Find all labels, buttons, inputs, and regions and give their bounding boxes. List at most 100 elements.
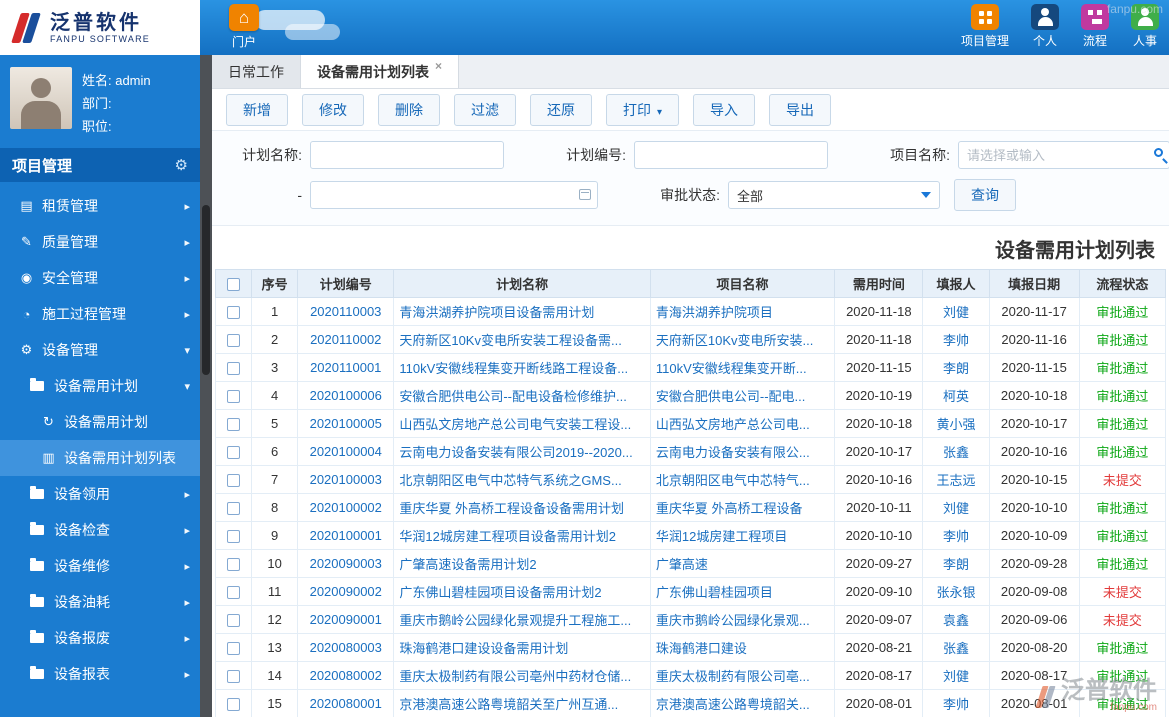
project-name-link[interactable]: 重庆市鹅岭公园绿化景观... <box>656 613 810 628</box>
plan-name-input[interactable] <box>310 141 504 169</box>
plan-no-link[interactable]: 2020100006 <box>310 388 382 403</box>
row-checkbox[interactable] <box>227 642 241 656</box>
plan-no-link[interactable]: 2020100003 <box>310 472 382 487</box>
sidebar-item-设备检查[interactable]: 设备检查 ▸ <box>0 512 200 548</box>
sidebar-item-安全管理[interactable]: ◉ 安全管理 ▸ <box>0 260 200 296</box>
approval-status-select[interactable]: 全部 <box>728 181 940 209</box>
search-icon[interactable] <box>1154 148 1163 157</box>
select-all-checkbox[interactable] <box>227 278 241 292</box>
portal-nav-item[interactable]: ⌂ 门户 <box>218 4 270 50</box>
plan-no-link[interactable]: 2020080003 <box>310 640 382 655</box>
row-checkbox[interactable] <box>227 502 241 516</box>
project-name-link[interactable]: 山西弘文房地产总公司电... <box>656 417 810 432</box>
column-header-需用时间[interactable]: 需用时间 <box>834 269 924 298</box>
plan-no-link[interactable]: 2020090002 <box>310 584 382 599</box>
plan-name-link[interactable]: 110kV安徽线程集变开断线路工程设备... <box>399 361 628 376</box>
project-name-link[interactable]: 广东佛山碧桂园项目 <box>656 585 773 600</box>
project-name-link[interactable]: 北京朝阳区电气中芯特气... <box>656 473 810 488</box>
sidebar-item-设备需用计划列表[interactable]: ▥ 设备需用计划列表 <box>0 440 200 476</box>
过滤-button[interactable]: 过滤 <box>454 93 516 126</box>
row-checkbox[interactable] <box>227 530 241 544</box>
reporter-link[interactable]: 张鑫 <box>943 445 969 460</box>
project-name-link[interactable]: 重庆太极制药有限公司亳... <box>656 669 810 684</box>
project-name-link[interactable]: 青海洪湖养护院项目 <box>656 305 773 320</box>
column-header-计划名称[interactable]: 计划名称 <box>393 269 651 298</box>
sidebar-item-设备需用计划[interactable]: ↻ 设备需用计划 <box>0 404 200 440</box>
sidebar-item-设备维修[interactable]: 设备维修 ▸ <box>0 548 200 584</box>
column-header-填报人[interactable]: 填报人 <box>922 269 990 298</box>
还原-button[interactable]: 还原 <box>530 93 592 126</box>
reporter-link[interactable]: 刘健 <box>943 501 969 516</box>
修改-button[interactable]: 修改 <box>302 93 364 126</box>
project-name-link[interactable]: 华润12城房建工程项目 <box>656 529 787 544</box>
row-checkbox[interactable] <box>227 614 241 628</box>
plan-name-link[interactable]: 安徽合肥供电公司--配电设备检修维护... <box>399 389 627 404</box>
reporter-link[interactable]: 黄小强 <box>936 417 975 432</box>
plan-no-link[interactable]: 2020090003 <box>310 556 382 571</box>
project-name-link[interactable]: 天府新区10Kv变电所安装... <box>656 333 813 348</box>
sidebar-item-设备需用计划[interactable]: 设备需用计划 ▾ <box>0 368 200 404</box>
plan-name-link[interactable]: 重庆市鹅岭公园绿化景观提升工程施工... <box>399 613 631 628</box>
plan-name-link[interactable]: 北京朝阳区电气中芯特气系统之GMS... <box>399 473 621 488</box>
column-header-计划编号[interactable]: 计划编号 <box>297 269 395 298</box>
plan-name-link[interactable]: 京港澳高速公路粤境韶关至广州互通... <box>399 697 618 712</box>
reporter-link[interactable]: 李朗 <box>943 361 969 376</box>
project-name-link[interactable]: 云南电力设备安装有限公... <box>656 445 810 460</box>
sidebar-item-质量管理[interactable]: ✎ 质量管理 ▸ <box>0 224 200 260</box>
plan-name-link[interactable]: 青海洪湖养护院项目设备需用计划 <box>399 305 594 320</box>
column-header-序号[interactable]: 序号 <box>251 269 299 298</box>
plan-no-link[interactable]: 2020100002 <box>310 500 382 515</box>
sidebar-item-设备油耗[interactable]: 设备油耗 ▸ <box>0 584 200 620</box>
column-header-填报日期[interactable]: 填报日期 <box>988 269 1080 298</box>
project-name-link[interactable]: 110kV安徽线程集变开断... <box>656 361 807 376</box>
column-header-项目名称[interactable]: 项目名称 <box>649 269 836 298</box>
sidebar-item-设备报表[interactable]: 设备报表 ▸ <box>0 656 200 692</box>
column-header-流程状态[interactable]: 流程状态 <box>1078 269 1167 298</box>
sidebar-item-设备领用[interactable]: 设备领用 ▸ <box>0 476 200 512</box>
sidebar-item-设备管理[interactable]: ⚙ 设备管理 ▾ <box>0 332 200 368</box>
sidebar-item-施工过程管理[interactable]: ◔ 施工过程管理 ▸ <box>0 296 200 332</box>
tab-日常工作[interactable]: 日常工作 <box>212 55 301 88</box>
row-checkbox[interactable] <box>227 446 241 460</box>
query-button[interactable]: 查询 <box>954 179 1016 211</box>
tab-设备需用计划列表[interactable]: 设备需用计划列表 <box>301 55 460 88</box>
row-checkbox[interactable] <box>227 418 241 432</box>
plan-name-link[interactable]: 山西弘文房地产总公司电气安装工程设... <box>399 417 631 432</box>
plan-no-link[interactable]: 2020100005 <box>310 416 382 431</box>
row-checkbox[interactable] <box>227 334 241 348</box>
删除-button[interactable]: 删除 <box>378 93 440 126</box>
row-checkbox[interactable] <box>227 474 241 488</box>
plan-no-link[interactable]: 2020110003 <box>310 304 381 319</box>
plan-no-input[interactable] <box>634 141 828 169</box>
close-icon[interactable] <box>435 59 442 73</box>
plan-name-link[interactable]: 重庆华夏 外高桥工程设备设备需用计划 <box>399 501 624 516</box>
导出-button[interactable]: 导出 <box>769 93 832 126</box>
header-nav-item[interactable]: 项目管理 <box>961 4 1009 49</box>
row-checkbox[interactable] <box>227 586 241 600</box>
row-checkbox[interactable] <box>227 558 241 572</box>
header-nav-item[interactable]: 个人 <box>1031 4 1059 49</box>
plan-no-link[interactable]: 2020100001 <box>310 528 382 543</box>
header-nav-item[interactable]: 流程 <box>1081 4 1109 49</box>
reporter-link[interactable]: 李朗 <box>943 557 969 572</box>
row-checkbox[interactable] <box>227 390 241 404</box>
打印-button[interactable]: 打印 ▾ <box>606 93 680 126</box>
plan-name-link[interactable]: 华润12城房建工程项目设备需用计划2 <box>399 529 616 544</box>
reporter-link[interactable]: 刘健 <box>943 305 969 320</box>
reporter-link[interactable]: 李帅 <box>943 529 969 544</box>
reporter-link[interactable]: 王志远 <box>936 473 975 488</box>
project-name-link[interactable]: 珠海鹤港口建设 <box>656 641 747 656</box>
project-name-link[interactable]: 京港澳高速公路粤境韶关... <box>656 697 810 712</box>
plan-no-link[interactable]: 2020080001 <box>310 696 382 711</box>
plan-name-link[interactable]: 广肇高速设备需用计划2 <box>399 557 536 572</box>
project-name-link[interactable]: 广肇高速 <box>656 557 708 572</box>
新增-button[interactable]: 新增 <box>226 93 288 126</box>
reporter-link[interactable]: 柯英 <box>943 389 969 404</box>
calendar-icon[interactable] <box>579 189 591 200</box>
plan-no-link[interactable]: 2020100004 <box>310 444 382 459</box>
plan-no-link[interactable]: 2020090001 <box>310 612 382 627</box>
reporter-link[interactable]: 刘健 <box>943 669 969 684</box>
sidebar-item-设备报废[interactable]: 设备报废 ▸ <box>0 620 200 656</box>
date-input[interactable] <box>310 181 598 209</box>
scrollbar-thumb[interactable] <box>202 205 210 375</box>
